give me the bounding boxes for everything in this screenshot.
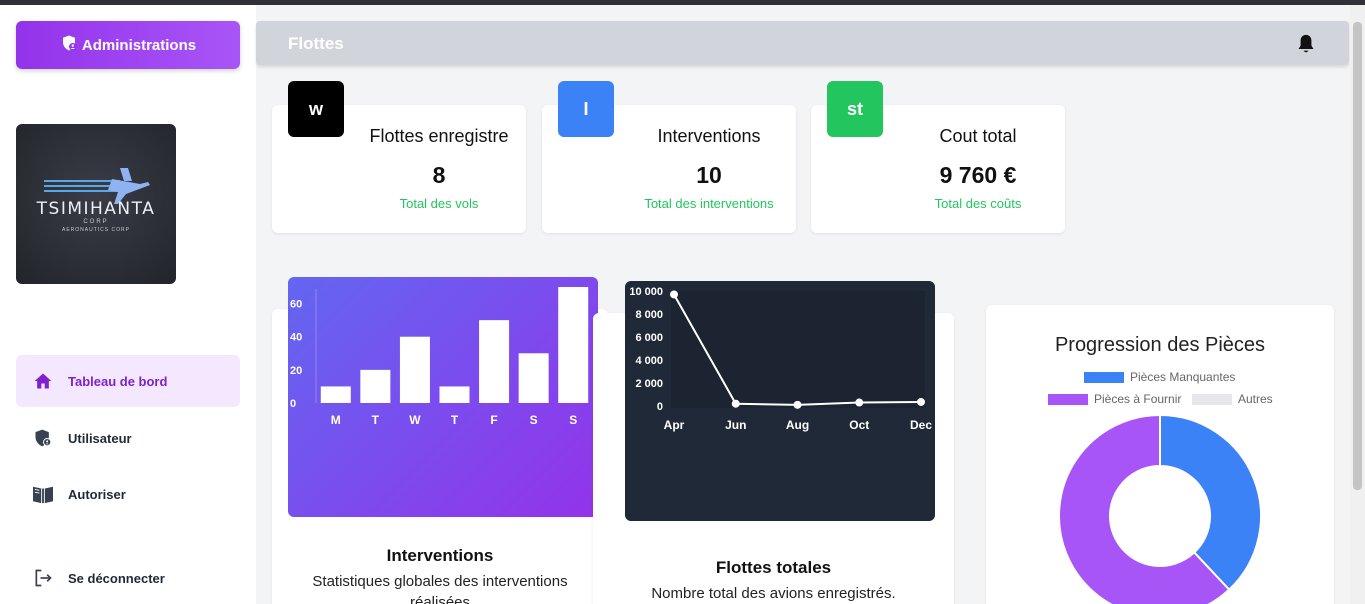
bar: [439, 386, 470, 403]
x-tick-label: S: [530, 413, 538, 427]
sidebar-item-label: Utilisateur: [68, 430, 132, 446]
bar: [558, 287, 589, 403]
card-title: Interventions: [386, 546, 494, 565]
bar: [320, 386, 351, 403]
stat-value: 10: [696, 162, 722, 188]
company-logo: TSIMIHANTA CORP AERONAUTICS CORP: [16, 124, 176, 284]
plot-area: [671, 291, 925, 408]
stat-title: Flottes enregistre: [369, 126, 509, 146]
x-tick-label: F: [490, 413, 497, 427]
data-point: [917, 397, 925, 406]
x-tick-label: Dec: [910, 418, 932, 432]
y-tick-label: 6 000: [635, 332, 663, 344]
data-point: [793, 400, 802, 409]
sidebar-item-logout[interactable]: Se déconnecter: [16, 552, 240, 604]
home-icon: [32, 370, 54, 392]
logo-name: TSIMIHANTA: [36, 199, 156, 219]
y-tick-label: 0: [290, 398, 296, 410]
sidebar-item-dashboard[interactable]: Tableau de bord: [16, 355, 240, 407]
stat-badge: w: [288, 81, 344, 137]
stat-title: Cout total: [939, 126, 1017, 146]
stat-caption: Total des vols: [399, 196, 479, 211]
y-tick-label: 8 000: [635, 309, 663, 321]
stat-value: 9 760 €: [939, 162, 1017, 188]
book-open-icon: [32, 483, 54, 505]
pieces-progress-card: Progression des Pièces Pièces Manquantes…: [986, 305, 1334, 604]
y-tick-label: 4 000: [635, 355, 663, 367]
shield-user-icon: [60, 34, 78, 56]
stat-caption: Total des coûts: [934, 196, 1022, 211]
x-tick-label: T: [372, 413, 380, 427]
card-subtitle: Nombre total des avions enregistrés.: [651, 585, 896, 602]
stat-badge: I: [558, 81, 614, 137]
top-header: Flottes: [256, 21, 1349, 65]
x-tick-label: W: [409, 413, 421, 427]
stat-caption: Total des interventions: [644, 196, 774, 211]
stat-title: Interventions: [657, 126, 761, 146]
x-tick-label: M: [331, 413, 341, 427]
y-tick-label: 10 000: [629, 286, 663, 298]
data-point: [855, 398, 864, 407]
interventions-bar-chart: 0 20 40 60 M T W T F S S: [288, 277, 598, 517]
x-tick-label: Jun: [725, 418, 746, 432]
sidebar-item-users[interactable]: Utilisateur: [16, 412, 240, 464]
y-tick-label: 0: [657, 401, 663, 413]
card-subtitle: Statistiques globales des interventions …: [312, 573, 568, 604]
x-tick-label: Apr: [664, 418, 685, 432]
stat-badge: st: [827, 81, 883, 137]
administrations-label: Administrations: [81, 36, 197, 54]
x-tick-label: S: [569, 413, 577, 427]
stat-card-interventions: I Interventions 10 Total des interventio…: [542, 81, 796, 233]
sidebar-item-label: Se déconnecter: [68, 570, 165, 586]
flottes-line-chart: 0 2 000 4 000 6 000 8 000 10 000 Apr Jun Aug Oct D…: [625, 281, 935, 521]
logo-subtitle: CORP: [83, 219, 109, 225]
stat-value: 8: [432, 162, 446, 188]
stat-card-cout-total: st Cout total 9 760 € Total des coûts: [811, 81, 1065, 233]
bar: [479, 320, 510, 403]
bar: [360, 369, 391, 403]
bar: [399, 336, 430, 403]
stat-card-flottes: w Flottes enregistre 8 Total des vols: [272, 81, 526, 233]
data-point: [670, 290, 678, 299]
user-shield-icon: [32, 427, 54, 449]
data-point: [731, 399, 740, 408]
x-tick-label: Aug: [786, 418, 809, 432]
y-tick-label: 60: [290, 299, 302, 311]
y-tick-label: 40: [290, 332, 302, 344]
logo-tagline: AERONAUTICS CORP: [62, 227, 130, 233]
logout-icon: [32, 567, 54, 589]
scrollbar-thumb[interactable]: [1353, 22, 1362, 490]
bell-icon[interactable]: [1296, 33, 1316, 60]
sidebar: Administrations TSIMIHANTA CORP AERONAUT…: [0, 5, 256, 604]
sidebar-item-label: Autoriser: [68, 486, 126, 502]
x-tick-label: Oct: [849, 418, 869, 432]
x-tick-label: T: [451, 413, 459, 427]
sidebar-item-authorize[interactable]: Autoriser: [16, 468, 240, 520]
card-title: Flottes totales: [715, 558, 832, 577]
y-tick-label: 2 000: [635, 378, 663, 390]
page-title: Flottes: [288, 34, 344, 53]
sidebar-item-label: Tableau de bord: [68, 373, 168, 389]
bar: [518, 353, 549, 403]
administrations-button[interactable]: Administrations: [16, 21, 240, 69]
y-tick-label: 20: [290, 365, 302, 377]
